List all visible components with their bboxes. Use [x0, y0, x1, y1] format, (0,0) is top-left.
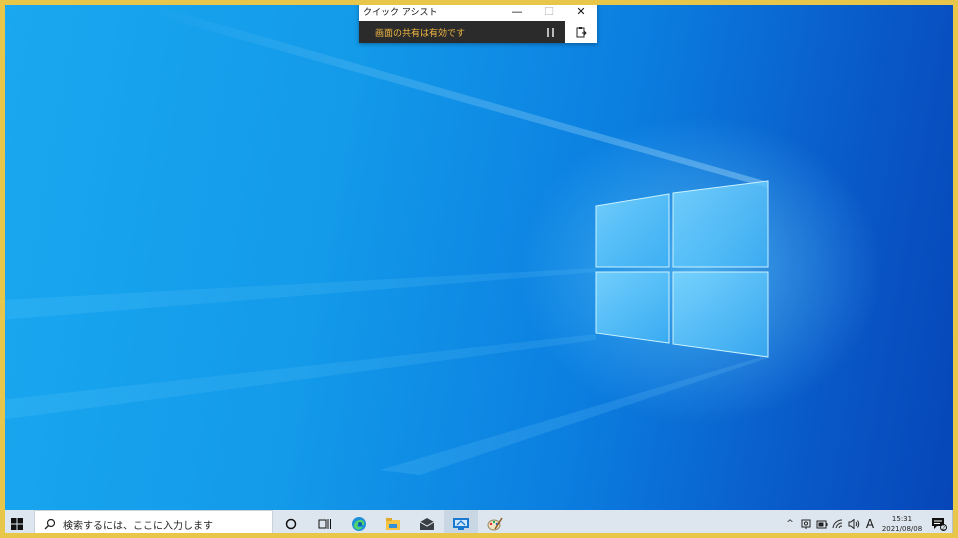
- quick-assist-window: クイック アシスト — ☐ ✕ 画面の共有は有効です: [359, 2, 597, 43]
- action-center-button[interactable]: 2: [926, 510, 952, 538]
- volume-icon[interactable]: [846, 510, 862, 538]
- notification-icon: 2: [932, 518, 947, 532]
- windows-start-icon: [11, 518, 23, 530]
- quick-assist-toolbar: 画面の共有は有効です: [359, 21, 597, 43]
- minimize-button[interactable]: —: [501, 2, 533, 21]
- search-placeholder: 検索するには、ここに入力します: [63, 520, 213, 532]
- wifi-icon[interactable]: [830, 510, 846, 538]
- quick-assist-icon: [453, 518, 469, 530]
- quick-assist-title: クイック アシスト: [363, 8, 438, 18]
- clock-time: 15:31: [891, 515, 913, 523]
- quick-assist-taskbar-button[interactable]: [444, 510, 478, 538]
- search-box[interactable]: 検索するには、ここに入力します: [34, 510, 273, 538]
- show-hidden-icons-chevron-icon[interactable]: ^: [782, 510, 798, 538]
- file-explorer-button[interactable]: [376, 510, 410, 538]
- taskbar: 検索するには、ここに入力します ^ A 15:31 2021/08/08 2: [0, 510, 958, 538]
- task-view-icon: [318, 519, 331, 529]
- desktop-wallpaper: [0, 0, 958, 510]
- pause-icon: [546, 27, 549, 37]
- mail-icon: [419, 518, 435, 530]
- cortana-button[interactable]: [274, 510, 308, 538]
- clipboard-icon: [576, 27, 587, 38]
- battery-icon[interactable]: [814, 510, 830, 538]
- show-desktop-button[interactable]: [952, 510, 958, 538]
- search-icon: [35, 518, 61, 530]
- pause-button[interactable]: [535, 21, 565, 43]
- task-view-button[interactable]: [308, 510, 342, 538]
- notification-count: 2: [942, 526, 945, 532]
- close-button[interactable]: ✕: [565, 2, 597, 21]
- quick-assist-titlebar[interactable]: クイック アシスト — ☐ ✕: [359, 2, 597, 21]
- system-tray: ^ A 15:31 2021/08/08 2: [782, 510, 958, 538]
- edge-button[interactable]: [342, 510, 376, 538]
- file-explorer-icon: [386, 518, 400, 530]
- paint-icon: [487, 517, 503, 531]
- cortana-icon: [285, 518, 297, 530]
- paint-button[interactable]: [478, 510, 512, 538]
- clipboard-button[interactable]: [565, 21, 597, 43]
- windows-logo-wallpaper: [0, 10, 769, 475]
- ime-mode-indicator[interactable]: A: [862, 510, 878, 538]
- start-button[interactable]: [0, 510, 34, 538]
- clock-date: 2021/08/08: [881, 525, 923, 533]
- webcam-icon[interactable]: [798, 510, 814, 538]
- maximize-button[interactable]: ☐: [533, 2, 565, 21]
- clock[interactable]: 15:31 2021/08/08: [878, 514, 926, 534]
- edge-icon: [352, 517, 366, 531]
- screen-sharing-status: 画面の共有は有効です: [375, 28, 466, 39]
- mail-button[interactable]: [410, 510, 444, 538]
